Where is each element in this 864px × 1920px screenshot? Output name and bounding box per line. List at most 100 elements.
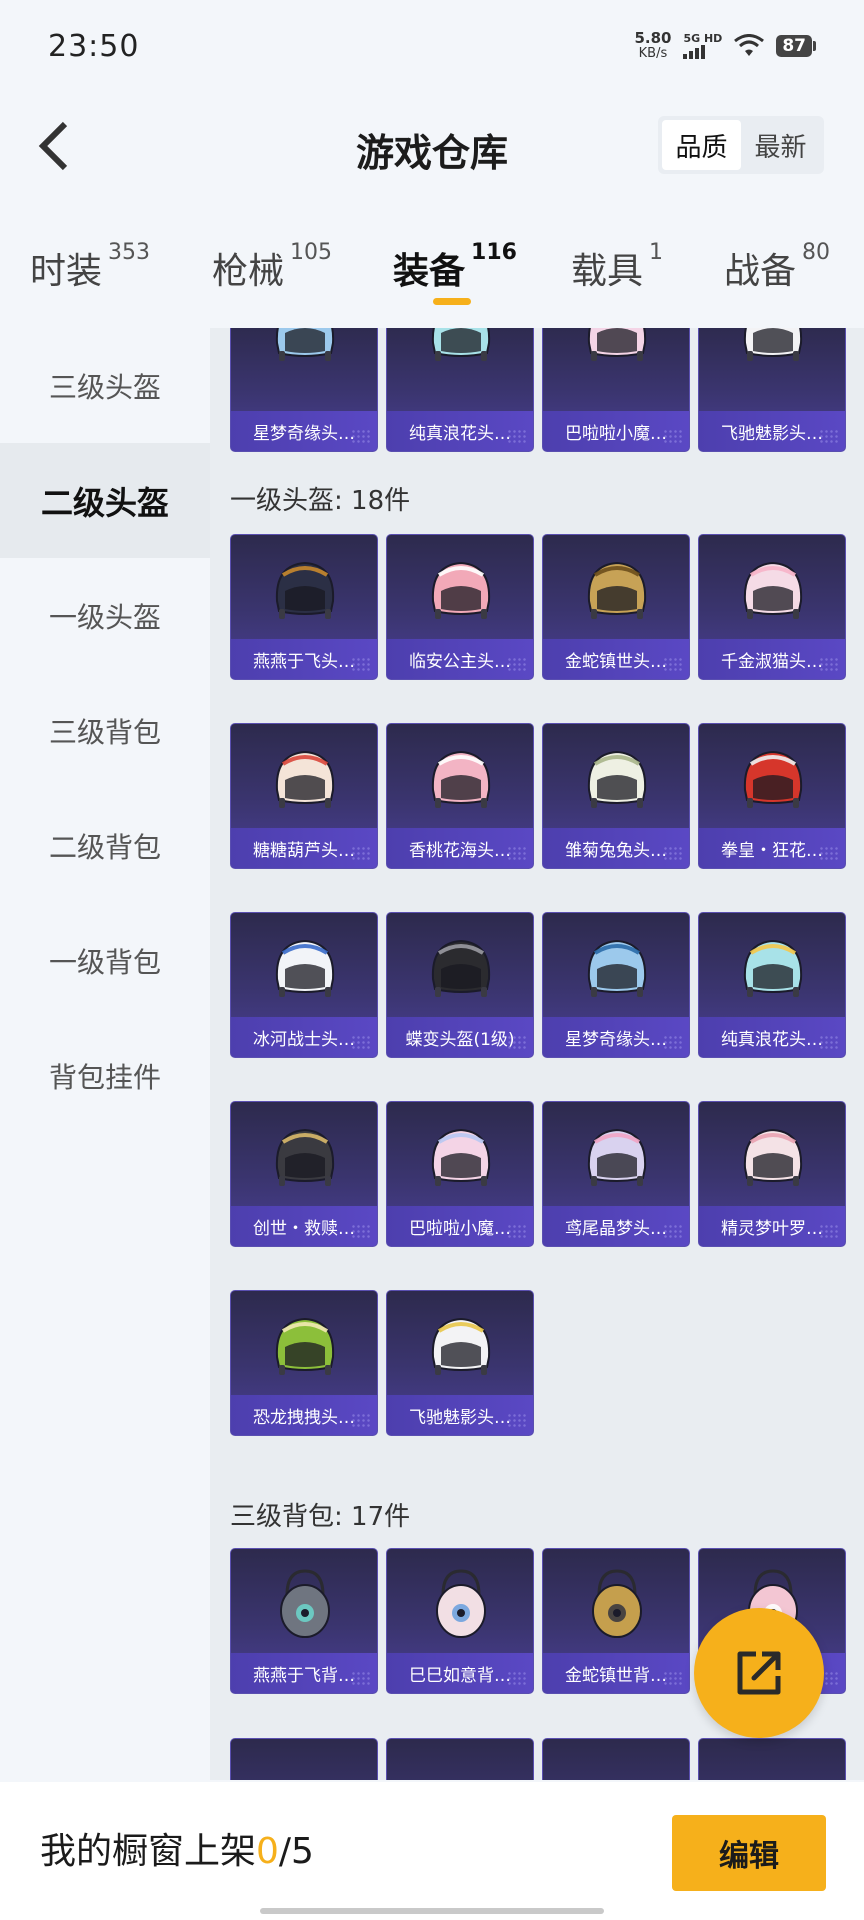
battery-level: 87 (776, 35, 812, 57)
tab-supplies[interactable]: 战备 80 (724, 240, 831, 294)
item-card[interactable]: 金蛇镇世背… (542, 1548, 690, 1694)
showcase-current-count: 0 (256, 1831, 279, 1872)
item-card[interactable]: 临安公主头… (386, 534, 534, 680)
sort-quality-button[interactable]: 品质 (662, 120, 741, 170)
section-label: 三级背包: 17件 (230, 1502, 411, 1532)
item-image (265, 929, 345, 1009)
item-image (265, 1307, 345, 1387)
item-image (577, 740, 657, 820)
item-card[interactable] (698, 1738, 846, 1780)
card-decoration (507, 846, 527, 860)
share-button[interactable] (694, 1608, 824, 1738)
card-decoration (819, 1224, 839, 1238)
item-image (421, 1307, 501, 1387)
item-card[interactable]: 燕燕于飞背… (230, 1548, 378, 1694)
item-image (421, 1118, 501, 1198)
tab-equipment[interactable]: 装备 116 (393, 240, 517, 294)
item-card[interactable]: 巴啦啦小魔… (386, 1101, 534, 1247)
sidebar-item-helmet-3[interactable]: 三级头盔 (0, 328, 210, 443)
item-card[interactable]: 拳皇・狂花… (698, 723, 846, 869)
sidebar-item-backpack-pendant[interactable]: 背包挂件 (0, 1018, 210, 1133)
item-card[interactable]: 纯真浪花头… (698, 912, 846, 1058)
item-image (265, 740, 345, 820)
item-card[interactable]: 巳巳如意背… (386, 1548, 534, 1694)
card-decoration (819, 429, 839, 443)
item-card[interactable]: 千金淑猫头… (698, 534, 846, 680)
showcase-status: 我的橱窗上架0/5 (40, 1822, 314, 1874)
item-card[interactable]: 香桃花海头… (386, 723, 534, 869)
card-decoration (351, 1035, 371, 1049)
item-card[interactable]: 鸢尾晶梦头… (542, 1101, 690, 1247)
status-icons: 5.80 KB/s 5G HD 87 (634, 31, 816, 61)
card-decoration (819, 657, 839, 671)
item-card[interactable]: 纯真浪花头… (386, 328, 534, 452)
tab-count: 80 (802, 240, 831, 265)
tab-label: 战备 (724, 251, 797, 292)
sort-newest-button[interactable]: 最新 (741, 120, 820, 170)
item-card[interactable]: 冰河战士头… (230, 912, 378, 1058)
card-decoration (351, 657, 371, 671)
item-card[interactable]: 巴啦啦小魔… (542, 328, 690, 452)
home-indicator[interactable] (260, 1908, 604, 1914)
status-time: 23:50 (48, 28, 140, 64)
showcase-total-count: /5 (278, 1831, 314, 1872)
sidebar-item-backpack-2[interactable]: 二级背包 (0, 788, 210, 903)
helmet-icon (431, 1128, 491, 1186)
tab-label: 时装 (30, 251, 103, 292)
item-grid: 一级头盔: 18件 三级背包: 17件 星梦奇缘头… 纯真浪花头… 巴啦啦小魔… 飞驰… (210, 328, 864, 1780)
card-decoration (507, 1035, 527, 1049)
helmet-icon (743, 1128, 803, 1186)
sidebar-item-backpack-1[interactable]: 一级背包 (0, 903, 210, 1018)
tab-firearms[interactable]: 枪械 105 (212, 240, 333, 294)
tab-fashion[interactable]: 时装 353 (30, 240, 150, 294)
tab-vehicles[interactable]: 载具 1 (571, 240, 663, 294)
helmet-icon (743, 939, 803, 997)
card-decoration (507, 657, 527, 671)
tab-label: 载具 (571, 251, 644, 292)
item-card[interactable]: 星梦奇缘头… (230, 328, 378, 452)
edit-button[interactable]: 编辑 (672, 1815, 826, 1891)
item-image (265, 551, 345, 631)
item-card[interactable]: 星梦奇缘头… (542, 912, 690, 1058)
item-card[interactable]: 燕燕于飞头… (230, 534, 378, 680)
item-image (577, 328, 657, 373)
item-card[interactable]: 雏菊兔兔头… (542, 723, 690, 869)
category-tabs: 时装 353 枪械 105 装备 116 载具 1 战备 80 (0, 232, 864, 322)
item-card[interactable]: 恐龙拽拽头… (230, 1290, 378, 1436)
card-decoration (351, 1224, 371, 1238)
card-decoration (663, 1224, 683, 1238)
sidebar-item-backpack-3[interactable]: 三级背包 (0, 673, 210, 788)
item-card[interactable]: 糖糖葫芦头… (230, 723, 378, 869)
item-card[interactable]: 蝶变头盔(1级) (386, 912, 534, 1058)
item-image (733, 929, 813, 1009)
item-card[interactable] (230, 1738, 378, 1780)
item-card[interactable] (386, 1738, 534, 1780)
card-decoration (351, 429, 371, 443)
item-image (421, 551, 501, 631)
sort-toggle: 品质 最新 (658, 116, 824, 174)
helmet-icon (743, 328, 803, 361)
item-card[interactable] (542, 1738, 690, 1780)
item-card[interactable]: 精灵梦叶罗… (698, 1101, 846, 1247)
item-card[interactable]: 飞驰魅影头… (698, 328, 846, 452)
helmet-icon (275, 750, 335, 808)
sidebar-item-helmet-2[interactable]: 二级头盔 (0, 443, 210, 558)
active-tab-indicator (433, 298, 471, 305)
item-card[interactable]: 金蛇镇世头… (542, 534, 690, 680)
status-bar: 23:50 5.80 KB/s 5G HD 87 (0, 0, 864, 92)
helmet-icon (587, 750, 647, 808)
tab-count: 105 (290, 240, 333, 265)
item-image (577, 1565, 657, 1645)
item-image (265, 1565, 345, 1645)
helmet-icon (587, 561, 647, 619)
bottom-bar: 我的橱窗上架0/5 编辑 (0, 1782, 864, 1920)
network-type: 5G HD (683, 32, 723, 45)
helmet-icon (587, 939, 647, 997)
helmet-icon (275, 1128, 335, 1186)
card-decoration (663, 1035, 683, 1049)
section-label: 一级头盔: 18件 (230, 486, 411, 516)
item-card[interactable]: 飞驰魅影头… (386, 1290, 534, 1436)
card-decoration (819, 846, 839, 860)
sidebar-item-helmet-1[interactable]: 一级头盔 (0, 558, 210, 673)
item-card[interactable]: 创世・救赎… (230, 1101, 378, 1247)
